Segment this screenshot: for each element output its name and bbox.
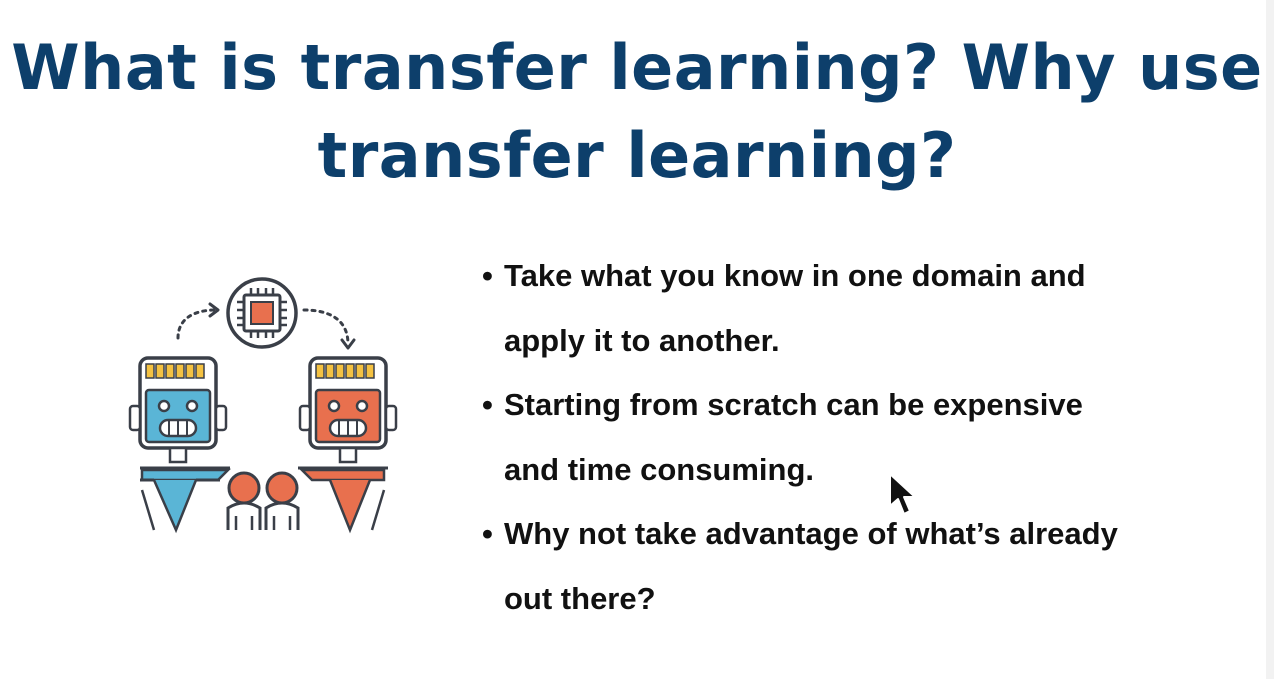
bullet-item: Take what you know in one domain and app… [482, 244, 1222, 373]
title-line-2: transfer learning? [317, 119, 957, 192]
transfer-learning-illustration [120, 268, 410, 548]
title-line-1: What is transfer learning? Why use [11, 31, 1263, 104]
slide: What is transfer learning? Why use trans… [0, 0, 1274, 679]
window-edge [1266, 0, 1274, 679]
bullet-line: Starting from scratch can be expensive [504, 387, 1083, 422]
bullet-list: Take what you know in one domain and app… [482, 244, 1222, 631]
bullet-item: Why not take advantage of what’s already… [482, 502, 1222, 631]
left-robot-icon [128, 356, 232, 534]
chip-icon [226, 277, 298, 349]
bullet-line: Why not take advantage of what’s already [504, 516, 1118, 551]
bullet-line: and time consuming. [504, 451, 815, 487]
right-robot-icon [298, 356, 398, 534]
bullet-item: Starting from scratch can be expensive a… [482, 373, 1222, 502]
bullet-line: apply it to another. [504, 322, 780, 358]
person-icon [264, 471, 300, 530]
person-icon [226, 471, 262, 530]
bullet-line: Take what you know in one domain and [504, 258, 1086, 293]
bullet-line: out there? [504, 580, 656, 616]
slide-title: What is transfer learning? Why use trans… [0, 24, 1274, 200]
mouse-pointer-icon [888, 472, 918, 518]
